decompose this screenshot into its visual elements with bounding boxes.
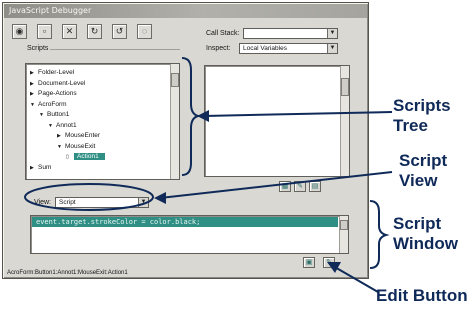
callout-script-window-line2: Window bbox=[393, 234, 458, 253]
callout-edit-button: Edit Button bbox=[376, 286, 468, 305]
callout-script-window: Script Window bbox=[393, 214, 458, 254]
edit-button-arrow bbox=[332, 265, 379, 293]
callout-script-view-line1: Script bbox=[399, 151, 448, 170]
callout-script-view-line2: View bbox=[399, 171, 438, 190]
scripts-tree-arrow bbox=[203, 111, 393, 117]
scripts-tree-brace bbox=[181, 57, 202, 176]
script-view-highlight bbox=[24, 183, 154, 211]
script-window-brace bbox=[369, 200, 390, 269]
callout-script-view: Script View bbox=[399, 151, 447, 191]
callout-scripts-tree-line2: Tree bbox=[393, 116, 428, 135]
edit-button-arrowhead bbox=[327, 262, 341, 273]
callout-scripts-tree-line1: Scripts bbox=[393, 96, 451, 115]
scripts-tree-arrowhead bbox=[197, 110, 209, 122]
script-view-arrow bbox=[159, 171, 393, 199]
script-view-arrowhead bbox=[154, 192, 166, 204]
callout-scripts-tree: Scripts Tree bbox=[393, 96, 451, 136]
callout-script-window-line1: Script bbox=[393, 214, 442, 233]
